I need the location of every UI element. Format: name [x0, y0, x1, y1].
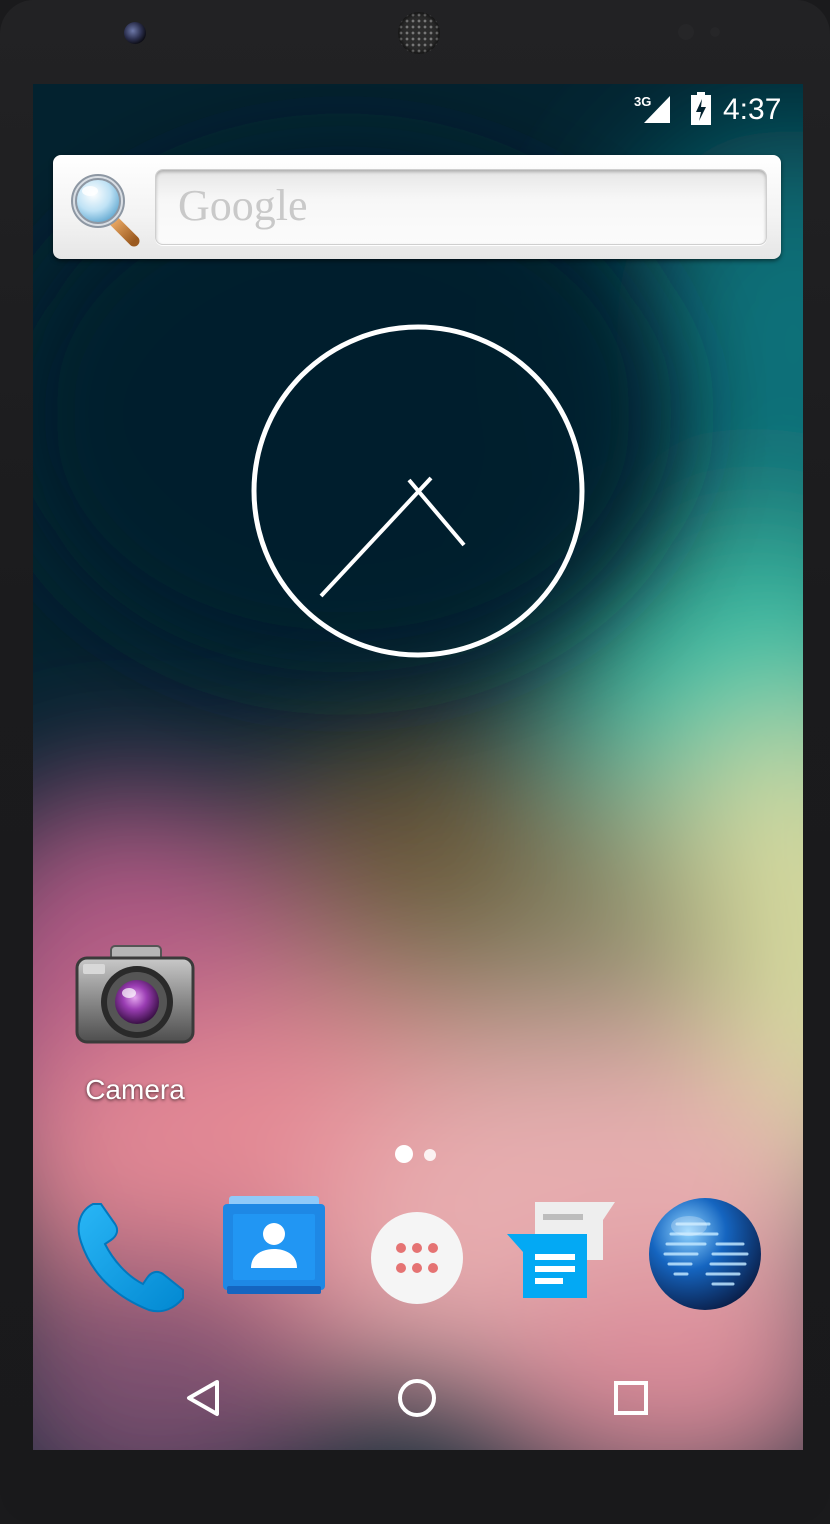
phone-device: 3G 4:37 Google Camera [0, 0, 830, 1524]
page-indicator-dot-active [395, 1145, 413, 1163]
back-icon[interactable] [183, 1378, 223, 1418]
globe-icon[interactable] [647, 1194, 763, 1312]
earpiece-speaker [398, 12, 440, 54]
home-icon[interactable] [397, 1378, 437, 1418]
analog-clock-widget[interactable] [249, 322, 587, 660]
clock-minute-hand [319, 476, 433, 598]
clock-hour-hand [407, 478, 466, 547]
camera-shortcut[interactable]: Camera [65, 938, 205, 1118]
phone-icon[interactable] [71, 1194, 191, 1314]
battery-charging-icon [691, 92, 711, 125]
camera-label: Camera [85, 1074, 185, 1105]
signal-icon [644, 96, 670, 123]
light-sensor [710, 27, 720, 37]
magnifier-icon[interactable] [68, 171, 140, 247]
front-camera-lens [124, 22, 146, 44]
camera-icon [75, 945, 195, 1044]
search-placeholder: Google [178, 181, 308, 230]
page-indicator-dot [424, 1149, 436, 1161]
contacts-icon[interactable] [223, 1194, 325, 1298]
proximity-sensor [678, 24, 694, 40]
status-bar: 3G 4:37 [33, 84, 803, 136]
home-screen: 3G 4:37 Google Camera [33, 84, 803, 1450]
navigation-bar [33, 1346, 803, 1450]
messages-icon[interactable] [503, 1194, 621, 1308]
google-search-widget[interactable]: Google [53, 155, 781, 259]
app-drawer-icon[interactable] [369, 1210, 465, 1306]
recent-apps-icon[interactable] [613, 1380, 649, 1416]
search-input[interactable]: Google [155, 169, 767, 245]
status-clock: 4:37 [723, 93, 782, 126]
